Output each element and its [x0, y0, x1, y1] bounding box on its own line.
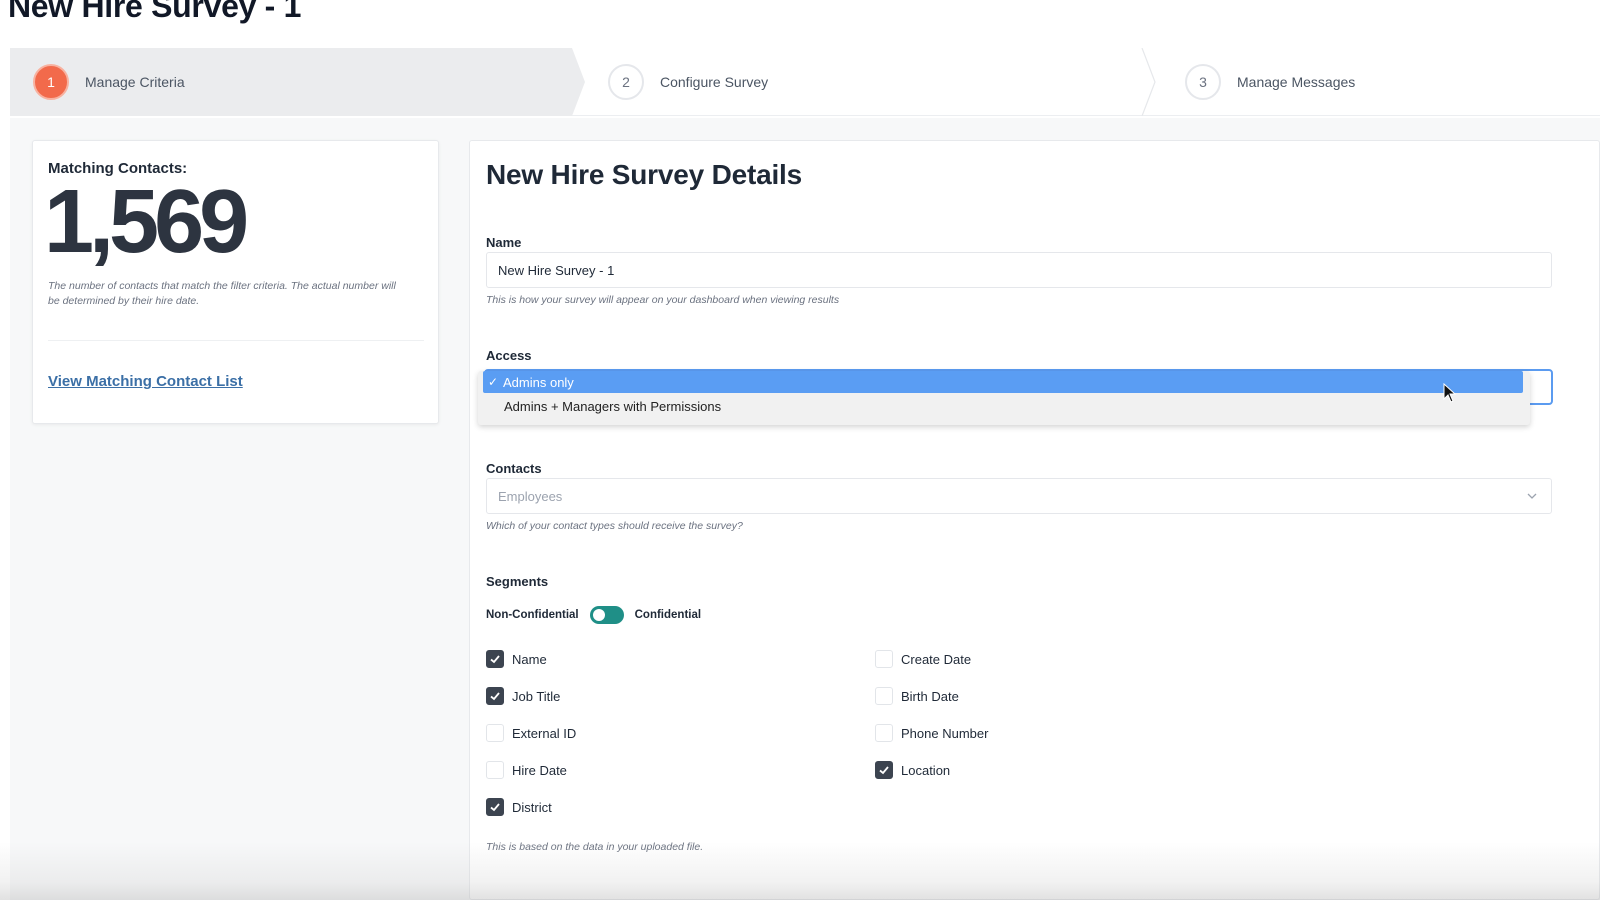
checkbox-unchecked-icon	[486, 761, 504, 779]
step-manage-messages[interactable]: 3 Manage Messages	[1185, 48, 1355, 116]
access-option-label: Admins + Managers with Permissions	[504, 398, 722, 414]
segment-checkbox-location[interactable]: Location	[875, 761, 950, 779]
segment-checkbox-name[interactable]: Name	[486, 650, 547, 668]
step-label-manage-messages: Manage Messages	[1237, 74, 1356, 90]
matching-contacts-note: The number of contacts that match the fi…	[48, 280, 396, 307]
segments-help-text: This is based on the data in your upload…	[486, 841, 704, 853]
step-number-3: 3	[1185, 64, 1221, 100]
toggle-left-label: Non-Confidential	[486, 609, 579, 621]
access-option-label: Admins only	[503, 374, 574, 390]
step-number-2: 2	[608, 64, 644, 100]
name-input[interactable]	[486, 252, 1552, 288]
checkbox-checked-icon	[486, 687, 504, 705]
step-configure-survey[interactable]: 2 Configure Survey	[608, 48, 768, 116]
access-label: Access	[486, 348, 532, 363]
page-title: New Hire Survey - 1	[8, 0, 302, 24]
matching-contacts-count: 1,569	[44, 172, 249, 272]
stepper: 1 Manage Criteria 2 Configure Survey 3 M…	[10, 48, 1600, 116]
segment-label: Name	[512, 651, 547, 667]
segment-checkbox-external-id[interactable]: External ID	[486, 724, 576, 742]
view-matching-contact-list-link[interactable]: View Matching Contact List	[48, 373, 243, 390]
checkbox-unchecked-icon	[486, 724, 504, 742]
survey-details-title: New Hire Survey Details	[486, 159, 802, 190]
segment-label: Birth Date	[901, 688, 959, 704]
step-number-1: 1	[33, 64, 69, 100]
chevron-separator-icon	[1141, 48, 1156, 116]
segment-checkbox-birth-date[interactable]: Birth Date	[875, 687, 959, 705]
segment-label: Location	[901, 762, 951, 778]
segment-label: Create Date	[901, 651, 972, 667]
toggle-right-label: Confidential	[634, 609, 702, 621]
step-label-configure-survey: Configure Survey	[660, 74, 769, 90]
divider	[48, 340, 424, 341]
chevron-down-icon	[1527, 493, 1537, 499]
checkmark-icon: ✓	[487, 375, 499, 389]
contacts-select-value: Employees	[498, 488, 563, 504]
segment-checkbox-phone-number[interactable]: Phone Number	[875, 724, 988, 742]
segment-checkbox-hire-date[interactable]: Hire Date	[486, 761, 567, 779]
survey-details-card: New Hire Survey Details Name This is how…	[469, 140, 1600, 900]
confidentiality-toggle[interactable]	[589, 606, 624, 624]
contacts-label: Contacts	[486, 461, 542, 476]
mouse-pointer-icon	[1443, 383, 1457, 403]
segment-label: Phone Number	[901, 725, 989, 741]
segment-label: District	[512, 799, 552, 815]
checkbox-checked-icon	[486, 650, 504, 668]
access-option-admins-only[interactable]: ✓ Admins only	[483, 371, 1523, 393]
checkbox-unchecked-icon	[875, 687, 893, 705]
access-dropdown-menu: ✓ Admins only Admins + Managers with Per…	[478, 371, 1530, 425]
segment-checkbox-district[interactable]: District	[486, 798, 552, 816]
matching-contacts-card: Matching Contacts: 1,569 The number of c…	[32, 140, 439, 424]
segment-label: Job Title	[512, 688, 561, 704]
checkbox-unchecked-icon	[875, 650, 893, 668]
segment-label: Hire Date	[512, 762, 567, 778]
segment-label: External ID	[512, 725, 577, 741]
toggle-knob	[592, 609, 605, 621]
checkbox-checked-icon	[486, 798, 504, 816]
segments-label: Segments	[486, 574, 549, 589]
segment-checkbox-job-title[interactable]: Job Title	[486, 687, 560, 705]
step-manage-criteria[interactable]: 1 Manage Criteria	[33, 48, 185, 116]
contacts-select[interactable]: Employees	[486, 478, 1552, 514]
name-help-text: This is how your survey will appear on y…	[486, 294, 840, 306]
checkbox-unchecked-icon	[875, 724, 893, 742]
name-label: Name	[486, 235, 522, 250]
confidentiality-toggle-row: Non-Confidential Confidential	[486, 606, 701, 624]
access-option-admins-managers[interactable]: Admins + Managers with Permissions	[478, 395, 1530, 417]
checkbox-checked-icon	[875, 761, 893, 779]
contacts-help-text: Which of your contact types should recei…	[486, 520, 743, 532]
step-label-manage-criteria: Manage Criteria	[85, 74, 185, 90]
segment-checkbox-create-date[interactable]: Create Date	[875, 650, 971, 668]
